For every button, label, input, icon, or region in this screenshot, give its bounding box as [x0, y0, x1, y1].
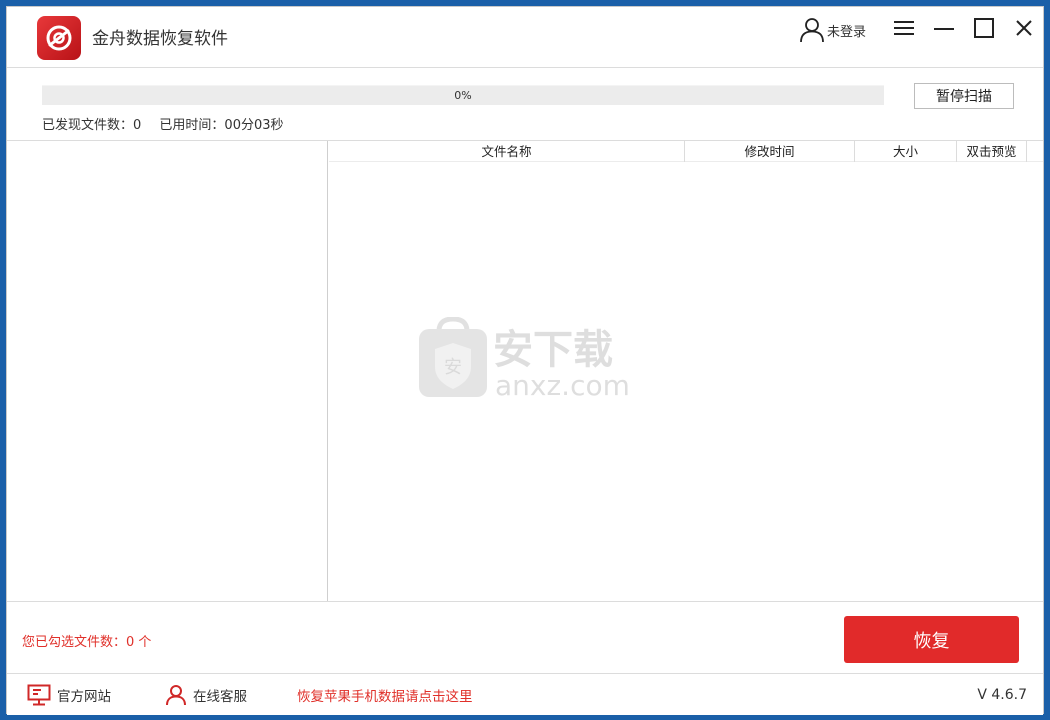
watermark: 安 安下载 anxz.com [417, 316, 637, 403]
recover-button[interactable]: 恢复 [844, 616, 1019, 663]
login-status-label: 未登录 [827, 24, 867, 40]
column-header-preview[interactable]: 双击预览 [957, 141, 1027, 162]
app-logo-icon [37, 16, 81, 60]
version-label: V 4.6.7 [977, 687, 1027, 703]
watermark-url-text: anxz.com [495, 369, 630, 402]
close-icon [1016, 20, 1032, 36]
scan-progress-label: 0% [454, 89, 472, 102]
maximize-button[interactable] [969, 15, 999, 41]
online-support-label: 在线客服 [193, 689, 247, 705]
svg-text:安: 安 [444, 357, 462, 378]
column-header-modified-time[interactable]: 修改时间 [685, 141, 855, 162]
scan-stats: 已发现文件数：0 已用时间：00分03秒 [42, 114, 284, 133]
close-button[interactable] [1009, 15, 1039, 41]
minimize-icon [934, 28, 954, 30]
minimize-button[interactable] [929, 15, 959, 41]
menu-button[interactable] [889, 15, 919, 41]
found-files-count: 已发现文件数：0 [42, 118, 142, 133]
app-title: 金舟数据恢复软件 [92, 29, 228, 49]
file-list-header: 文件名称 修改时间 大小 双击预览 [329, 141, 1043, 162]
official-website-label: 官方网站 [57, 689, 111, 705]
monitor-icon [27, 684, 51, 706]
scan-progress-bar: 0% [42, 85, 884, 105]
selected-files-count: 您已勾选文件数：0 个 [22, 635, 152, 650]
login-button[interactable]: 未登录 [799, 17, 866, 43]
maximize-icon [974, 18, 994, 38]
column-header-file-name[interactable]: 文件名称 [329, 141, 685, 162]
title-bar: 金舟数据恢复软件 未登录 [7, 7, 1043, 68]
official-website-link[interactable]: 官方网站 [27, 674, 111, 716]
elapsed-time: 已用时间：00分03秒 [159, 118, 284, 133]
online-support-link[interactable]: 在线客服 [165, 674, 247, 716]
column-header-size[interactable]: 大小 [855, 141, 957, 162]
folder-tree-pane[interactable] [7, 141, 328, 601]
content-panes: 文件名称 修改时间 大小 双击预览 安 安下载 anxz.com [7, 140, 1043, 602]
watermark-cn-text: 安下载 [493, 327, 613, 373]
support-user-icon [166, 685, 186, 706]
user-icon [800, 18, 824, 43]
footer-bar: 官方网站 在线客服 恢复苹果手机数据请点击这里 V 4.6.7 [7, 673, 1043, 715]
hamburger-icon [894, 21, 914, 35]
file-list-pane[interactable]: 文件名称 修改时间 大小 双击预览 安 安下载 anxz.com [329, 141, 1043, 601]
pause-scan-button[interactable]: 暂停扫描 [914, 83, 1014, 109]
iphone-recovery-link[interactable]: 恢复苹果手机数据请点击这里 [297, 674, 473, 716]
shield-bag-icon: 安 [419, 316, 487, 397]
app-window: 金舟数据恢复软件 未登录 0% 暂停扫描 已发现文件数：0 已用时间：00分03… [6, 6, 1044, 715]
